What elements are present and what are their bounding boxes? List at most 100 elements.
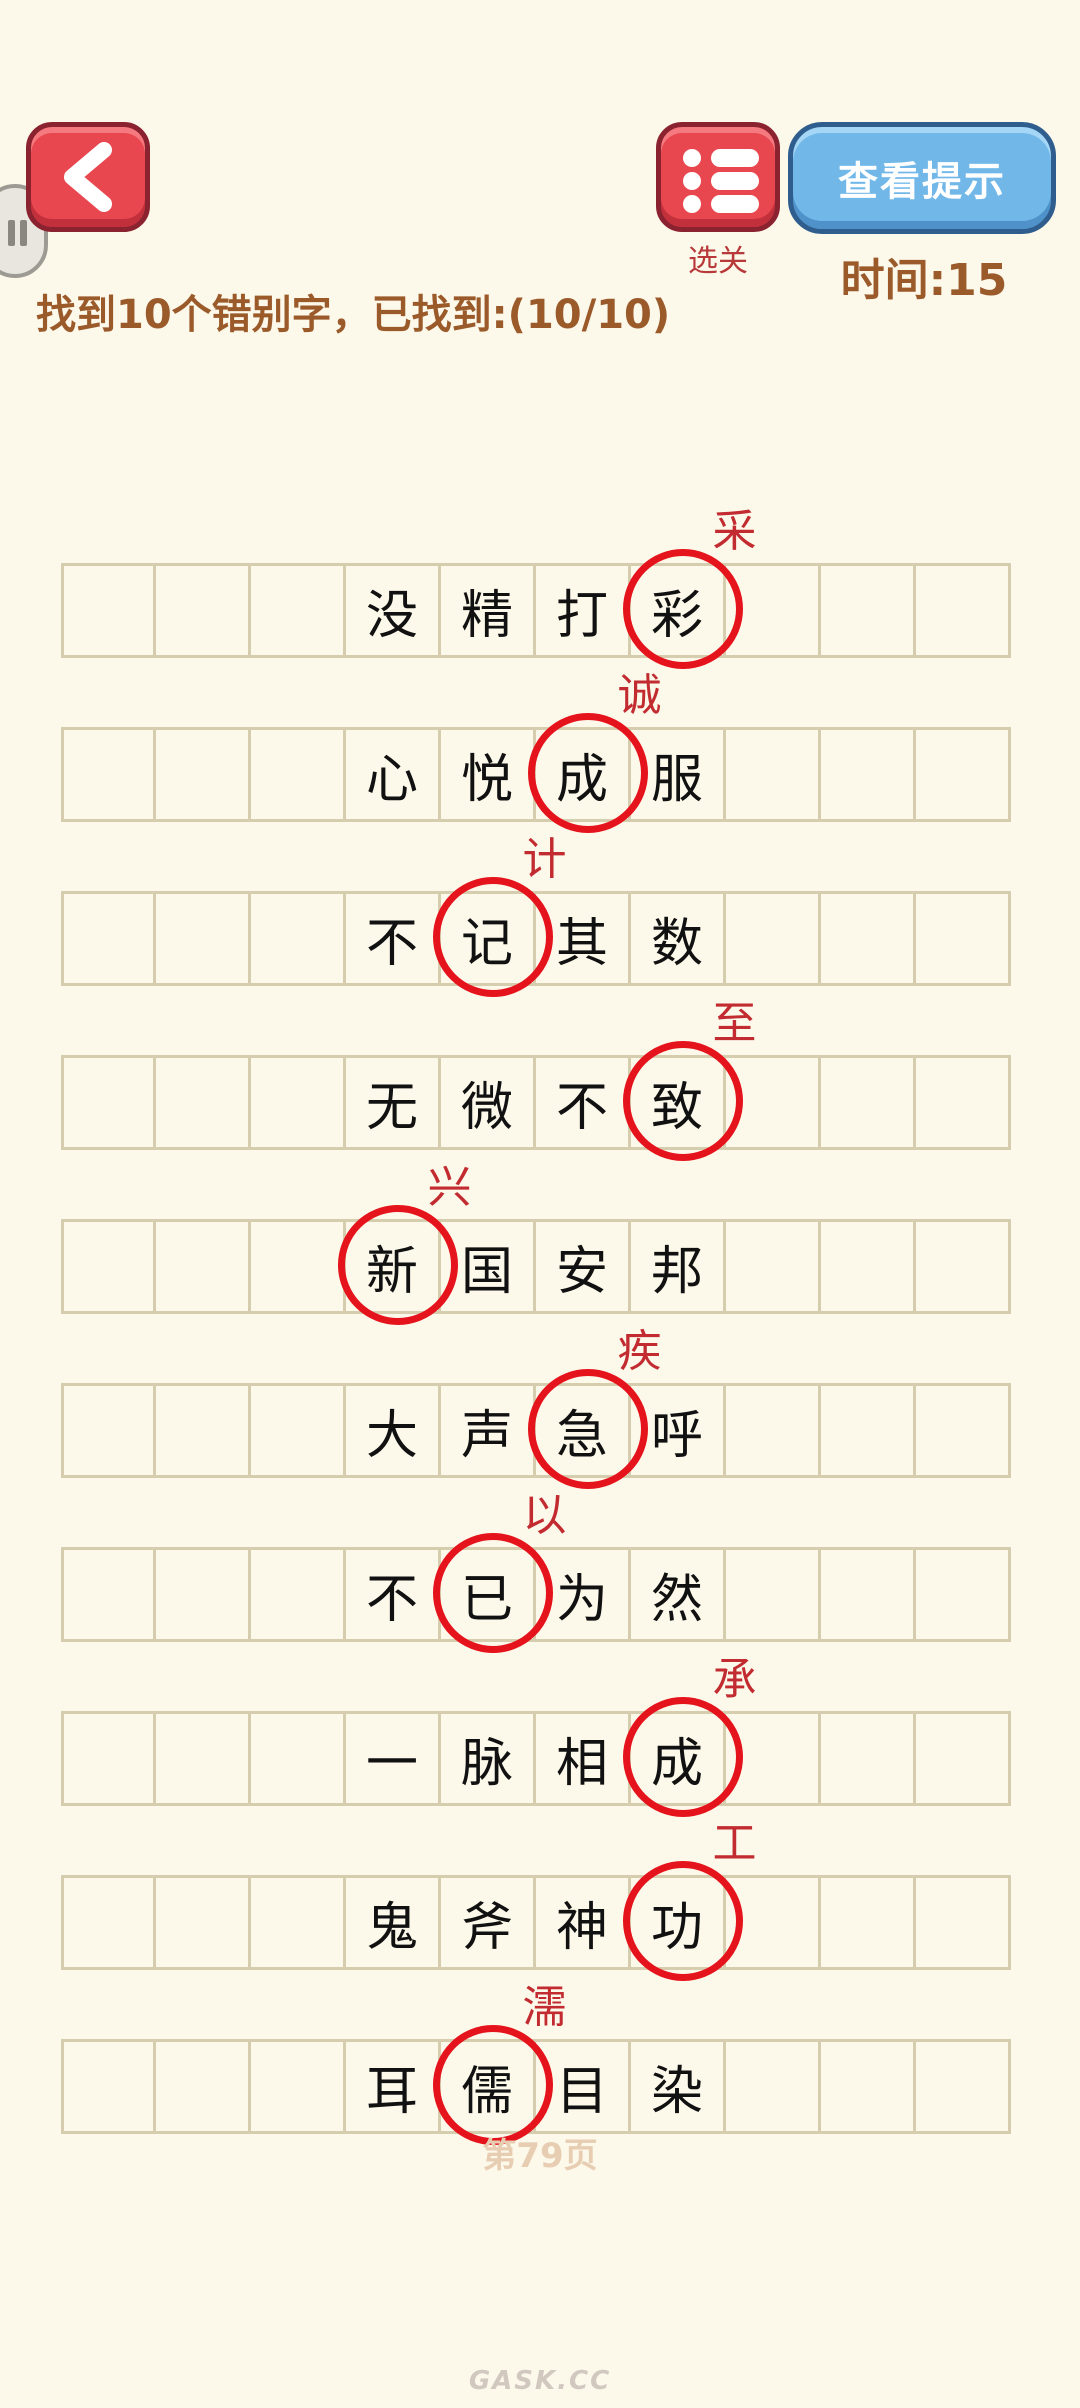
empty-cell — [726, 2039, 821, 2134]
empty-cell — [821, 727, 916, 822]
empty-cell — [61, 1875, 156, 1970]
empty-cell — [916, 1711, 1011, 1806]
idiom-row: 新国安邦 — [61, 1219, 1011, 1314]
idiom-char-cell[interactable]: 安 — [536, 1219, 631, 1314]
empty-cell — [61, 563, 156, 658]
empty-cell — [726, 563, 821, 658]
empty-cell — [61, 1383, 156, 1478]
empty-cell — [61, 2039, 156, 2134]
idiom-char-cell[interactable]: 数 — [631, 891, 726, 986]
empty-cell — [251, 891, 346, 986]
idiom-char-cell[interactable]: 相 — [536, 1711, 631, 1806]
idiom-char-cell[interactable]: 然 — [631, 1547, 726, 1642]
idiom-char-cell[interactable]: 服 — [631, 727, 726, 822]
idiom-char-cell[interactable]: 不 — [346, 1547, 441, 1642]
empty-cell — [251, 1055, 346, 1150]
empty-cell — [916, 563, 1011, 658]
idiom-char-cell[interactable]: 大 — [346, 1383, 441, 1478]
empty-cell — [821, 1219, 916, 1314]
idiom-char-cell[interactable]: 心 — [346, 727, 441, 822]
idiom-char-cell[interactable]: 儒 — [441, 2039, 536, 2134]
idiom-row: 耳儒目染 — [61, 2039, 1011, 2134]
idiom-char-cell[interactable]: 没 — [346, 563, 441, 658]
empty-cell — [821, 1711, 916, 1806]
correction-char: 至 — [712, 997, 757, 1049]
empty-cell — [251, 563, 346, 658]
idiom-char-cell[interactable]: 已 — [441, 1547, 536, 1642]
correction-char: 承 — [712, 1653, 757, 1705]
correction-char: 濡 — [522, 1981, 567, 2033]
empty-cell — [61, 727, 156, 822]
idiom-char-cell[interactable]: 打 — [536, 563, 631, 658]
idiom-row: 不已为然 — [61, 1547, 1011, 1642]
idiom-char-cell[interactable]: 不 — [536, 1055, 631, 1150]
back-button[interactable] — [26, 122, 150, 232]
idiom-char-cell[interactable]: 鬼 — [346, 1875, 441, 1970]
idiom-char-cell[interactable]: 无 — [346, 1055, 441, 1150]
idiom-char-cell[interactable]: 目 — [536, 2039, 631, 2134]
idiom-char-cell[interactable]: 精 — [441, 563, 536, 658]
correction-char: 采 — [712, 505, 757, 557]
idiom-char-cell[interactable]: 声 — [441, 1383, 536, 1478]
task-progress: 找到10个错别字，已找到:(10/10) — [36, 292, 671, 338]
idiom-row: 不记其数 — [61, 891, 1011, 986]
empty-cell — [916, 1547, 1011, 1642]
correction-char: 疾 — [617, 1325, 662, 1377]
idiom-row: 无微不致 — [61, 1055, 1011, 1150]
empty-cell — [251, 727, 346, 822]
empty-cell — [726, 1875, 821, 1970]
idiom-char-cell[interactable]: 记 — [441, 891, 536, 986]
correction-char: 诚 — [617, 669, 662, 721]
empty-cell — [726, 1055, 821, 1150]
empty-cell — [251, 1219, 346, 1314]
idiom-char-cell[interactable]: 成 — [536, 727, 631, 822]
empty-cell — [251, 1383, 346, 1478]
idiom-char-cell[interactable]: 神 — [536, 1875, 631, 1970]
idiom-char-cell[interactable]: 染 — [631, 2039, 726, 2134]
idiom-char-cell[interactable]: 邦 — [631, 1219, 726, 1314]
idiom-char-cell[interactable]: 微 — [441, 1055, 536, 1150]
idiom-char-cell[interactable]: 新 — [346, 1219, 441, 1314]
empty-cell — [156, 727, 251, 822]
empty-cell — [61, 891, 156, 986]
empty-cell — [251, 2039, 346, 2134]
empty-cell — [726, 727, 821, 822]
idiom-char-cell[interactable]: 国 — [441, 1219, 536, 1314]
empty-cell — [251, 1875, 346, 1970]
empty-cell — [156, 1875, 251, 1970]
empty-cell — [156, 1383, 251, 1478]
empty-cell — [916, 727, 1011, 822]
idiom-char-cell[interactable]: 为 — [536, 1547, 631, 1642]
empty-cell — [156, 1547, 251, 1642]
empty-cell — [821, 1383, 916, 1478]
idiom-char-cell[interactable]: 脉 — [441, 1711, 536, 1806]
idiom-row: 没精打彩 — [61, 563, 1011, 658]
idiom-char-cell[interactable]: 急 — [536, 1383, 631, 1478]
idiom-char-cell[interactable]: 彩 — [631, 563, 726, 658]
idiom-char-cell[interactable]: 耳 — [346, 2039, 441, 2134]
idiom-char-cell[interactable]: 其 — [536, 891, 631, 986]
idiom-char-cell[interactable]: 不 — [346, 891, 441, 986]
idiom-char-cell[interactable]: 成 — [631, 1711, 726, 1806]
view-hint-button[interactable]: 查看提示 — [788, 122, 1056, 234]
idiom-char-cell[interactable]: 悦 — [441, 727, 536, 822]
empty-cell — [821, 563, 916, 658]
idiom-char-cell[interactable]: 呼 — [631, 1383, 726, 1478]
empty-cell — [726, 1219, 821, 1314]
level-select-button[interactable] — [656, 122, 780, 232]
empty-cell — [156, 891, 251, 986]
empty-cell — [156, 2039, 251, 2134]
empty-cell — [916, 1383, 1011, 1478]
idiom-char-cell[interactable]: 致 — [631, 1055, 726, 1150]
empty-cell — [61, 1055, 156, 1150]
idiom-char-cell[interactable]: 斧 — [441, 1875, 536, 1970]
empty-cell — [916, 1219, 1011, 1314]
idiom-char-cell[interactable]: 功 — [631, 1875, 726, 1970]
empty-cell — [156, 563, 251, 658]
empty-cell — [156, 1055, 251, 1150]
empty-cell — [916, 891, 1011, 986]
empty-cell — [726, 1711, 821, 1806]
empty-cell — [821, 891, 916, 986]
correction-char: 兴 — [427, 1161, 472, 1213]
idiom-char-cell[interactable]: 一 — [346, 1711, 441, 1806]
